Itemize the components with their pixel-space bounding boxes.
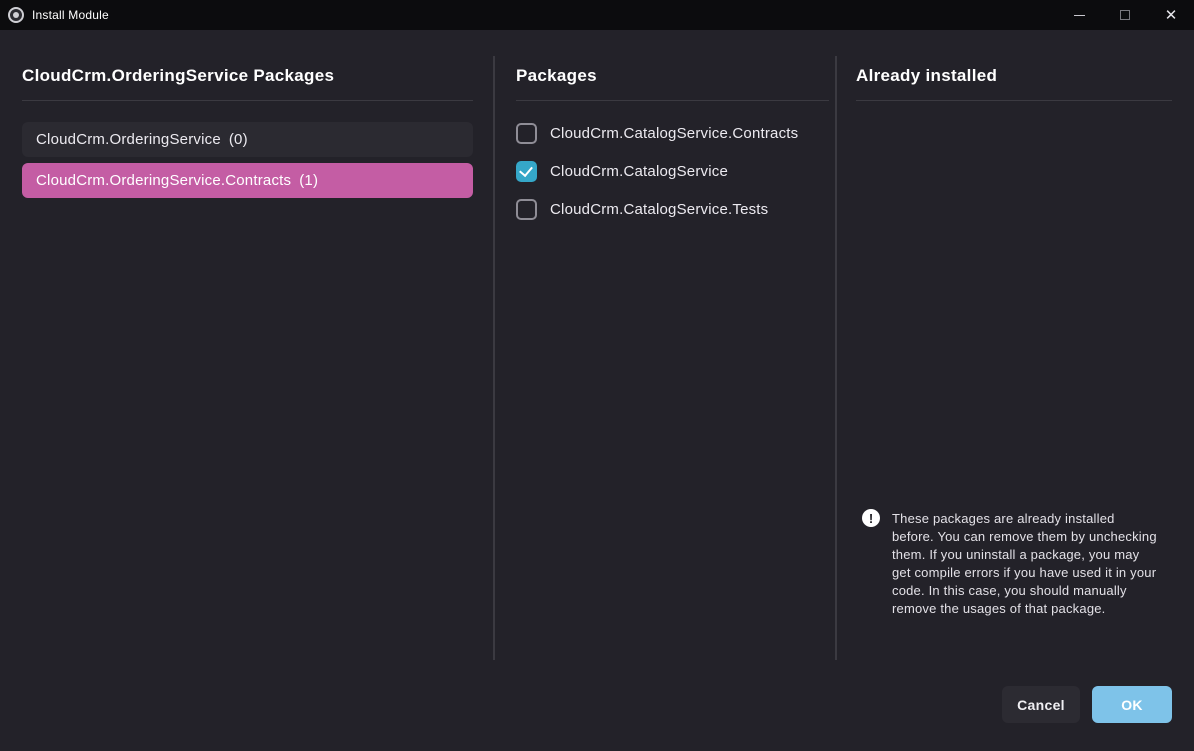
install-module-dialog: Install Module ✕ CloudCrm.OrderingServic… bbox=[0, 0, 1194, 751]
minimize-icon bbox=[1074, 15, 1085, 16]
installed-panel-divider bbox=[856, 100, 1172, 101]
module-item-count: (1) bbox=[299, 172, 318, 189]
package-label: CloudCrm.CatalogService bbox=[550, 163, 728, 180]
app-logo-icon bbox=[8, 7, 24, 23]
installed-panel-title: Already installed bbox=[856, 66, 997, 86]
ok-button[interactable]: OK bbox=[1092, 686, 1172, 723]
package-row-catalogservice[interactable]: CloudCrm.CatalogService bbox=[516, 159, 728, 183]
package-row-catalogservice-tests[interactable]: CloudCrm.CatalogService.Tests bbox=[516, 197, 768, 221]
module-item-label: CloudCrm.OrderingService.Contracts bbox=[36, 172, 291, 189]
column-divider-left bbox=[493, 56, 495, 660]
checkbox-unchecked-icon[interactable] bbox=[516, 199, 537, 220]
package-label: CloudCrm.CatalogService.Tests bbox=[550, 201, 768, 218]
module-item-orderingservice-contracts[interactable]: CloudCrm.OrderingService.Contracts (1) bbox=[22, 163, 473, 198]
checkbox-unchecked-icon[interactable] bbox=[516, 123, 537, 144]
maximize-button[interactable] bbox=[1102, 0, 1148, 30]
module-item-count: (0) bbox=[229, 131, 248, 148]
checkbox-checked-icon[interactable] bbox=[516, 161, 537, 182]
module-item-orderingservice[interactable]: CloudCrm.OrderingService (0) bbox=[22, 122, 473, 157]
column-divider-right bbox=[835, 56, 837, 660]
installed-note-text: These packages are already installed bef… bbox=[892, 510, 1158, 618]
left-panel-divider bbox=[22, 100, 473, 101]
minimize-button[interactable] bbox=[1056, 0, 1102, 30]
titlebar: Install Module ✕ bbox=[0, 0, 1194, 30]
left-panel-title: CloudCrm.OrderingService Packages bbox=[22, 66, 334, 86]
cancel-button[interactable]: Cancel bbox=[1002, 686, 1080, 723]
maximize-icon bbox=[1120, 10, 1130, 20]
package-row-catalogservice-contracts[interactable]: CloudCrm.CatalogService.Contracts bbox=[516, 121, 798, 145]
info-exclamation-icon: ! bbox=[862, 509, 880, 527]
packages-panel-divider bbox=[516, 100, 829, 101]
close-button[interactable]: ✕ bbox=[1148, 0, 1194, 30]
packages-panel-title: Packages bbox=[516, 66, 597, 86]
package-label: CloudCrm.CatalogService.Contracts bbox=[550, 125, 798, 142]
module-item-label: CloudCrm.OrderingService bbox=[36, 131, 221, 148]
window-title: Install Module bbox=[32, 8, 109, 22]
